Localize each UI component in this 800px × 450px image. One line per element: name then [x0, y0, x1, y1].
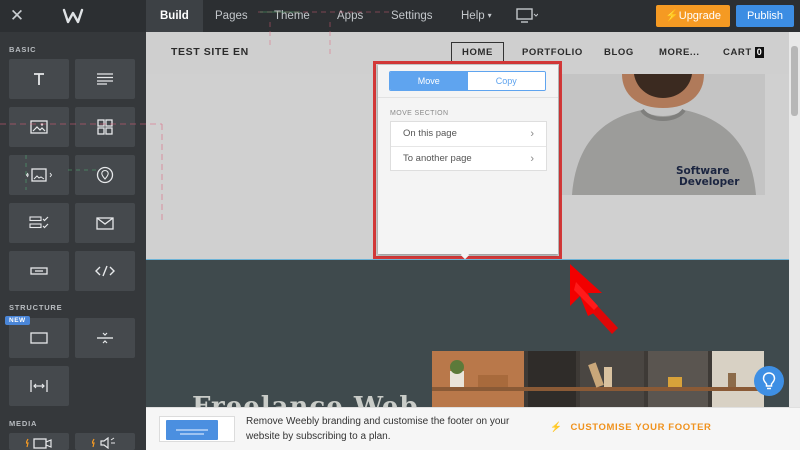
customise-footer-label: CUSTOMISE YOUR FOOTER: [570, 422, 712, 433]
option-to-another-page-label: To another page: [403, 153, 472, 164]
tab-move[interactable]: Move: [390, 72, 468, 90]
option-on-this-page-label: On this page: [403, 128, 457, 139]
option-on-this-page[interactable]: On this page ›: [391, 122, 546, 146]
move-options-list: On this page › To another page ›: [390, 121, 547, 171]
footer-preview-image: [166, 420, 218, 440]
customise-footer-link[interactable]: ⚡ CUSTOMISE YOUR FOOTER: [550, 422, 711, 433]
chevron-right-icon: ›: [530, 153, 534, 165]
footer-promo-message: Remove Weebly branding and customise the…: [246, 416, 510, 442]
popover-divider: [378, 97, 558, 98]
chevron-right-icon: ›: [530, 128, 534, 140]
move-copy-toggle: Move Copy: [389, 71, 546, 91]
editor-root: ✕ Build Pages Theme Apps Settings Help ▾ …: [0, 0, 800, 450]
tab-copy[interactable]: Copy: [467, 72, 545, 90]
lightning-icon: ⚡: [550, 422, 563, 433]
mouse-cursor-icon: [566, 262, 626, 338]
option-to-another-page[interactable]: To another page ›: [391, 147, 546, 171]
move-section-label: MOVE SECTION: [390, 110, 449, 117]
